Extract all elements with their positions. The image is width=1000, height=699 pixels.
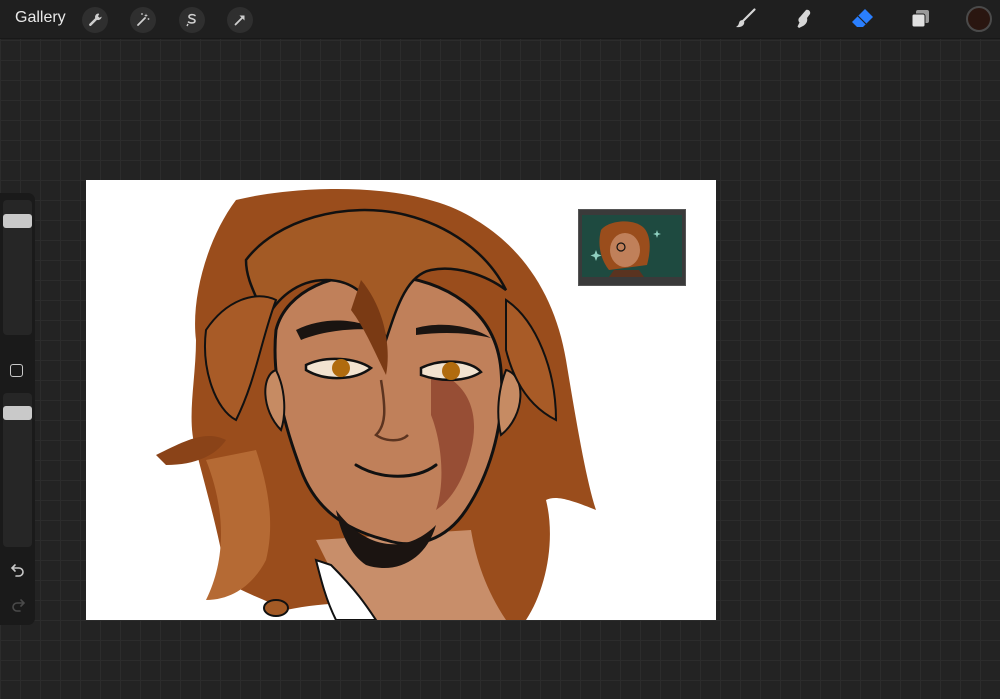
smudge-icon[interactable] bbox=[789, 5, 819, 33]
selection-icon[interactable] bbox=[179, 7, 205, 33]
layers-icon[interactable] bbox=[906, 5, 936, 33]
color-picker-swatch[interactable] bbox=[966, 6, 992, 32]
opacity-thumb[interactable] bbox=[3, 406, 32, 420]
top-toolbar: Gallery bbox=[0, 0, 1000, 39]
reference-window[interactable] bbox=[578, 209, 686, 286]
reference-image bbox=[582, 215, 682, 277]
modify-square-icon[interactable] bbox=[10, 364, 23, 377]
redo-icon[interactable] bbox=[8, 596, 28, 614]
hair-tie bbox=[263, 599, 289, 617]
gallery-button[interactable]: Gallery bbox=[15, 9, 66, 27]
brush-icon[interactable] bbox=[731, 5, 761, 33]
left-sidebar bbox=[0, 193, 35, 625]
eraser-icon[interactable] bbox=[848, 5, 878, 33]
iris-right bbox=[442, 362, 460, 380]
wrench-icon[interactable] bbox=[82, 7, 108, 33]
iris-left bbox=[332, 359, 350, 377]
brush-size-thumb[interactable] bbox=[3, 214, 32, 228]
undo-icon[interactable] bbox=[8, 561, 28, 579]
opacity-slider[interactable] bbox=[3, 393, 32, 547]
transform-arrow-icon[interactable] bbox=[227, 7, 253, 33]
brush-size-slider[interactable] bbox=[3, 200, 32, 335]
magic-wand-icon[interactable] bbox=[130, 7, 156, 33]
